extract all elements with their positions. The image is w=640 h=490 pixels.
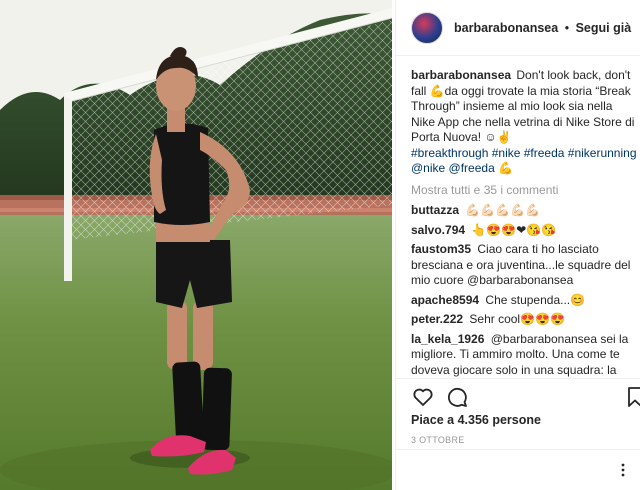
comment-username[interactable]: apache8594 — [411, 293, 479, 307]
comment-username[interactable]: peter.222 — [411, 312, 463, 326]
avatar[interactable] — [411, 11, 443, 44]
caption-hashtags[interactable]: #breakthrough #nike #freeda #nikerunning — [411, 146, 637, 160]
caption-username[interactable]: barbarabonansea — [411, 68, 511, 82]
bookmark-icon[interactable] — [623, 385, 640, 411]
caption-emoji: 💪 — [498, 161, 514, 175]
likes-count[interactable]: Piace a 4.356 persone — [411, 413, 541, 427]
comment-row: salvo.794 👆😍😍❤😘😘 — [411, 223, 639, 239]
actions-section: Piace a 4.356 persone 3 OTTOBRE — [396, 378, 640, 490]
add-comment-row — [396, 449, 640, 490]
comment-username[interactable]: faustom35 — [411, 242, 471, 256]
post-photo[interactable] — [0, 0, 392, 490]
comment-row: faustom35 Ciao cara ti ho lasciato bresc… — [411, 242, 639, 289]
comment-text: Che stupenda...😊 — [485, 292, 586, 307]
comment-username[interactable]: buttazza — [411, 203, 459, 217]
post-side-panel: barbarabonansea • Segui già barbarabonan… — [395, 0, 640, 490]
comment-username[interactable]: salvo.794 — [411, 223, 465, 237]
comment-row: apache8594 Che stupenda...😊 — [411, 293, 639, 309]
comment-text: Sehr cool😍😍😍 — [469, 312, 565, 326]
comment-username[interactable]: la_kela_1926 — [411, 332, 484, 346]
comment-row: peter.222 Sehr cool😍😍😍 — [411, 312, 639, 328]
username-link[interactable]: barbarabonansea — [454, 21, 558, 35]
following-button[interactable]: Segui già — [576, 21, 632, 35]
comment-icon[interactable] — [445, 385, 471, 411]
more-options-icon[interactable] — [615, 462, 631, 478]
post-header: barbarabonansea • Segui già — [396, 0, 640, 56]
comment-text: 👆😍😍❤😘😘 — [471, 222, 557, 237]
post-date: 3 OTTOBRE — [411, 435, 465, 445]
heart-icon[interactable] — [411, 385, 437, 411]
photo-illustration — [0, 0, 392, 490]
header-text: barbarabonansea • Segui già — [454, 21, 631, 35]
show-all-comments-link[interactable]: Mostra tutti e 35 i commenti — [411, 183, 639, 199]
action-icons — [411, 385, 640, 415]
separator-dot: • — [564, 20, 570, 35]
comment-row: buttazza 💪🏻💪🏻💪🏻💪🏻💪🏻 — [411, 203, 639, 219]
caption: barbarabonansea Don't look back, don't f… — [411, 68, 639, 177]
comment-text: 💪🏻💪🏻💪🏻💪🏻💪🏻 — [465, 203, 541, 217]
comments-section: barbarabonansea Don't look back, don't f… — [411, 68, 639, 378]
comment-row: la_kela_1926 @barbarabonansea sei la mig… — [411, 332, 639, 379]
caption-mentions[interactable]: @nike @freeda — [411, 161, 495, 175]
